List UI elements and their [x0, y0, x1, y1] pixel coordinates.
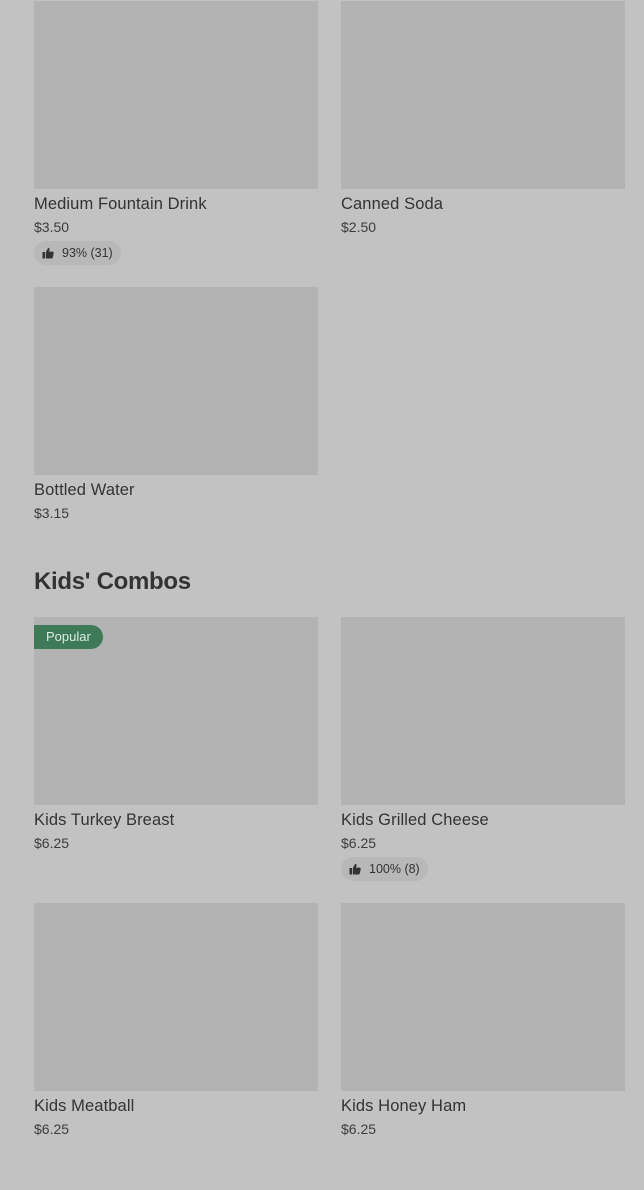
item-price: $3.50	[34, 219, 70, 235]
menu-item-kids-meatball[interactable]: Kids Meatball $6.25	[34, 903, 318, 1138]
menu-item-bottled-water[interactable]: Bottled Water $3.15	[34, 287, 318, 522]
rating-text: 93% (31)	[62, 246, 113, 260]
item-image	[341, 617, 625, 805]
item-image	[34, 287, 318, 475]
item-name: Canned Soda	[341, 195, 444, 213]
menu-item-medium-fountain-drink[interactable]: Medium Fountain Drink $3.50 93% (31)	[34, 1, 318, 265]
item-price: $6.25	[341, 1121, 377, 1137]
item-image	[34, 1, 318, 189]
item-name: Kids Grilled Cheese	[341, 811, 489, 829]
menu-item-canned-soda[interactable]: Canned Soda $2.50	[341, 1, 625, 236]
rating-chip: 93% (31)	[34, 241, 121, 265]
item-name: Kids Honey Ham	[341, 1097, 467, 1115]
popular-badge: Popular	[34, 625, 103, 649]
menu-item-kids-honey-ham[interactable]: Kids Honey Ham $6.25	[341, 903, 625, 1138]
item-price: $6.25	[34, 835, 70, 851]
section-title-kids-combos: Kids' Combos	[34, 568, 191, 595]
thumbs-up-icon	[42, 247, 54, 259]
item-price: $6.25	[34, 1121, 70, 1137]
item-name: Kids Meatball	[34, 1097, 135, 1115]
thumbs-up-icon	[349, 863, 361, 875]
item-image	[341, 903, 625, 1091]
item-name: Medium Fountain Drink	[34, 195, 207, 213]
item-name: Bottled Water	[34, 481, 135, 499]
rating-text: 100% (8)	[369, 862, 420, 876]
menu-item-kids-turkey-breast[interactable]: Popular Kids Turkey Breast $6.25	[34, 617, 318, 852]
item-price: $2.50	[341, 219, 377, 235]
item-image: Popular	[34, 617, 318, 805]
menu-item-kids-grilled-cheese[interactable]: Kids Grilled Cheese $6.25 100% (8)	[341, 617, 625, 881]
item-image	[341, 1, 625, 189]
item-image	[34, 903, 318, 1091]
item-name: Kids Turkey Breast	[34, 811, 175, 829]
rating-chip: 100% (8)	[341, 857, 428, 881]
item-price: $3.15	[34, 505, 70, 521]
item-price: $6.25	[341, 835, 377, 851]
